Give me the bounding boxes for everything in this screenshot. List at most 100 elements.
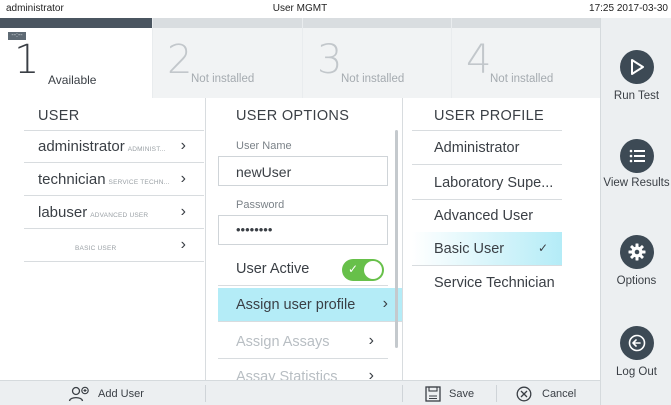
tab-number: 2 (167, 37, 193, 83)
status-bar: administrator User MGMT 17:25 2017-03-30 (0, 0, 671, 18)
username-input[interactable]: newUser (218, 156, 388, 186)
profile-label: Administrator (434, 140, 520, 156)
clock: 17:25 2017-03-30 (589, 3, 668, 14)
toggle-knob (364, 261, 382, 279)
chevron-right-icon: › (180, 236, 186, 253)
save-icon (425, 385, 441, 402)
tab-number: 4 (466, 37, 492, 83)
user-name: labuser (38, 204, 88, 221)
list-icon (619, 139, 654, 173)
options-button[interactable]: Options (601, 235, 671, 289)
column-divider (205, 98, 206, 380)
profile-label: Basic User (434, 241, 505, 257)
run-test-label: Run Test (613, 90, 660, 102)
add-user-label: Add User (98, 387, 144, 400)
assay-statistics-button[interactable]: Assay Statistics › (218, 360, 388, 380)
tab-status: Not installed (191, 73, 255, 85)
play-icon (619, 50, 654, 84)
tab-slot-1[interactable]: --:-- 1 Available (0, 18, 152, 98)
add-user-button[interactable]: Add User (68, 381, 144, 405)
user-name-text: technician SERVICE TECHN... (38, 171, 170, 188)
profile-item-basic-user[interactable]: Basic User ✓ (412, 232, 562, 266)
password-label: Password (236, 199, 285, 211)
tab-slot-2[interactable]: 2 Not installed (153, 18, 302, 98)
save-button[interactable]: Save (425, 381, 474, 405)
profile-item-advanced-user[interactable]: Advanced User (412, 199, 562, 233)
tab-status: Not installed (341, 73, 405, 85)
assign-assays-label: Assign Assays (236, 334, 330, 350)
profile-label: Laboratory Supe... (434, 175, 554, 191)
gear-icon (619, 235, 654, 269)
profile-item-administrator[interactable]: Administrator (412, 131, 562, 165)
user-active-label: User Active (236, 261, 310, 277)
user-role: BASIC USER (75, 245, 117, 252)
chevron-right-icon: › (180, 203, 186, 220)
options-label: Options (616, 275, 657, 287)
cancel-button[interactable]: Cancel (516, 381, 576, 405)
user-management-panel: USER USER OPTIONS USER PROFILE administr… (0, 98, 600, 380)
tab-status: Available (48, 73, 97, 87)
logout-icon (619, 326, 654, 360)
log-out-label: Log Out (616, 366, 657, 378)
user-name-text: administrator ADMINIST... (38, 138, 166, 155)
tab-slot-3[interactable]: 3 Not installed (303, 18, 451, 98)
chevron-right-icon: › (368, 332, 374, 349)
column-divider (402, 98, 403, 380)
options-scrollbar[interactable] (395, 130, 398, 348)
password-input[interactable]: •••••••• (218, 215, 388, 245)
cancel-icon (516, 386, 532, 401)
user-role: SERVICE TECHN... (108, 179, 170, 186)
tab-status: Not installed (490, 73, 554, 85)
username-value: newUser (236, 164, 292, 180)
tab-progress-bar (452, 18, 600, 28)
separator (496, 385, 497, 402)
tab-number: 1 (14, 37, 40, 83)
assign-user-profile-button[interactable]: Assign user profile › (218, 288, 402, 322)
view-results-label: View Results (603, 177, 670, 189)
log-out-button[interactable]: Log Out (601, 326, 671, 380)
user-item-new[interactable]: BASIC USER › (24, 230, 204, 262)
user-active-toggle[interactable]: ✓ (342, 259, 384, 281)
user-name-text: labuser ADVANCED USER (38, 204, 148, 221)
tab-slot-4[interactable]: 4 Not installed (452, 18, 600, 98)
tab-number: 3 (317, 37, 343, 83)
add-user-icon (68, 386, 89, 401)
assign-assays-button[interactable]: Assign Assays › (218, 325, 388, 359)
bottom-toolbar: Add User Save Cancel (0, 380, 600, 405)
username-label: User Name (236, 140, 292, 152)
separator (402, 385, 403, 402)
screen-title: User MGMT (272, 3, 328, 14)
profile-label: Service Technician (434, 275, 555, 291)
tab-progress-bar (153, 18, 302, 28)
chevron-right-icon: › (180, 170, 186, 187)
password-value: •••••••• (236, 222, 273, 237)
user-name-text: BASIC USER (72, 237, 116, 254)
separator (205, 385, 206, 402)
profile-item-laboratory-supervisor[interactable]: Laboratory Supe... (412, 166, 562, 200)
user-active-row: User Active ✓ (218, 252, 388, 286)
profile-label: Advanced User (434, 208, 534, 224)
user-item-labuser[interactable]: labuser ADVANCED USER › (24, 197, 204, 229)
user-item-administrator[interactable]: administrator ADMINIST... › (24, 131, 204, 163)
tab-progress-bar (0, 18, 152, 28)
view-results-button[interactable]: View Results (601, 139, 671, 191)
run-test-button[interactable]: Run Test (601, 50, 671, 104)
assay-statistics-label: Assay Statistics (236, 369, 338, 380)
chevron-right-icon: › (368, 367, 374, 380)
options-column-title: USER OPTIONS (236, 108, 350, 124)
user-item-technician[interactable]: technician SERVICE TECHN... › (24, 164, 204, 196)
user-name: administrator (38, 138, 125, 155)
user-role: ADVANCED USER (90, 212, 149, 219)
save-label: Save (449, 387, 475, 400)
chevron-right-icon: › (180, 137, 186, 154)
cancel-label: Cancel (542, 387, 577, 400)
profile-item-service-technician[interactable]: Service Technician (412, 266, 562, 300)
tab-progress-bar (303, 18, 451, 28)
check-icon: ✓ (348, 262, 359, 276)
user-name: technician (38, 171, 106, 188)
check-icon: ✓ (537, 241, 548, 255)
main-sidebar: Run Test View Results Options Log Out (600, 18, 671, 405)
user-role: ADMINIST... (127, 146, 166, 153)
user-column-title: USER (38, 108, 80, 124)
module-tabs: --:-- 1 Available 2 Not installed 3 Not … (0, 18, 600, 98)
